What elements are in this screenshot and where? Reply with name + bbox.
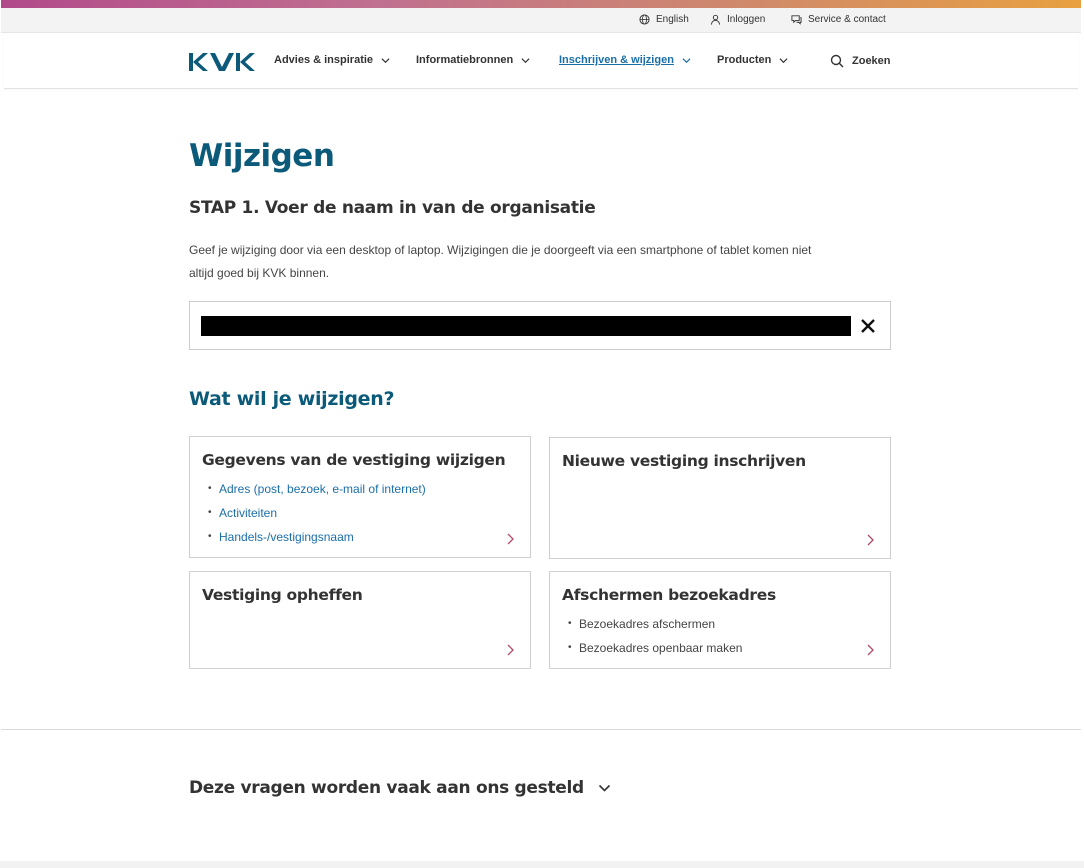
card-link-list: Adres (post, bezoek, e-mail of internet)… [208,477,426,549]
chevron-down-icon [682,57,691,63]
card-afschermen-bezoekadres[interactable]: Afschermen bezoekadres Bezoekadres afsch… [549,571,891,669]
list-item[interactable]: Adres (post, bezoek, e-mail of internet) [208,477,426,501]
card-title: Nieuwe vestiging inschrijven [562,452,806,470]
kvk-logo[interactable] [189,53,255,71]
chevron-right-icon [507,644,514,656]
chat-icon [791,15,802,25]
list-item: Bezoekadres openbaar maken [568,636,742,660]
faq-toggle[interactable]: Deze vragen worden vaak aan ons gesteld [189,778,611,798]
login-link[interactable]: Inloggen [710,14,765,25]
nav-item-label: Inschrijven & wijzigen [559,54,674,66]
service-contact-label: Service & contact [808,14,886,25]
organisation-name-field [189,301,891,350]
organisation-name-input[interactable] [201,316,851,336]
language-label: English [656,14,689,25]
chevron-right-icon [507,533,514,545]
nav-inschrijven-wijzigen[interactable]: Inschrijven & wijzigen [559,54,691,66]
faq-title: Deze vragen worden vaak aan ons gesteld [189,778,584,798]
nav-item-label: Informatiebronnen [416,54,514,66]
step-title: STAP 1. Voer de naam in van de organisat… [189,198,596,218]
language-link[interactable]: English [639,14,689,25]
section-divider [1,729,1081,730]
chevron-down-icon [381,57,390,63]
nav-producten[interactable]: Producten [717,54,788,66]
main-navigation: Advies & inspiratie Informatiebronnen In… [4,33,1078,89]
footer-strip [0,861,1084,868]
utility-bar: English Inloggen Service & contact [1,8,1081,33]
list-item: Bezoekadres afschermen [568,612,742,636]
card-title: Vestiging opheffen [202,586,363,604]
chevron-right-icon [867,644,874,656]
card-gegevens-wijzigen[interactable]: Gegevens van de vestiging wijzigen Adres… [189,436,531,558]
card-vestiging-opheffen[interactable]: Vestiging opheffen [189,571,531,669]
brand-gradient-bar [1,0,1081,8]
nav-informatiebronnen[interactable]: Informatiebronnen [416,54,530,66]
user-icon [710,14,721,25]
search-label: Zoeken [852,55,891,67]
service-contact-link[interactable]: Service & contact [791,14,886,25]
list-item[interactable]: Handels-/vestigingsnaam [208,525,426,549]
card-nieuwe-vestiging[interactable]: Nieuwe vestiging inschrijven [549,437,891,559]
section-title: Wat wil je wijzigen? [189,388,395,410]
search-icon [830,54,844,68]
chevron-down-icon [779,57,788,63]
globe-icon [639,14,650,25]
card-title: Gegevens van de vestiging wijzigen [202,451,506,469]
intro-text: Geef je wijziging door via een desktop o… [189,243,812,280]
card-title: Afschermen bezoekadres [562,586,776,604]
login-label: Inloggen [727,14,766,25]
chevron-down-icon [521,57,530,63]
page-title: Wijzigen [189,138,335,174]
card-item-list: Bezoekadres afschermen Bezoekadres openb… [568,612,742,660]
list-item[interactable]: Activiteiten [208,501,426,525]
chevron-down-icon [598,784,611,792]
nav-item-label: Advies & inspiratie [274,54,374,66]
search-button[interactable]: Zoeken [830,54,891,68]
nav-advies-inspiratie[interactable]: Advies & inspiratie [274,54,390,66]
nav-item-label: Producten [717,54,772,66]
chevron-right-icon [867,534,874,546]
close-icon[interactable] [859,317,877,335]
kvk-logo-mark [189,53,255,71]
